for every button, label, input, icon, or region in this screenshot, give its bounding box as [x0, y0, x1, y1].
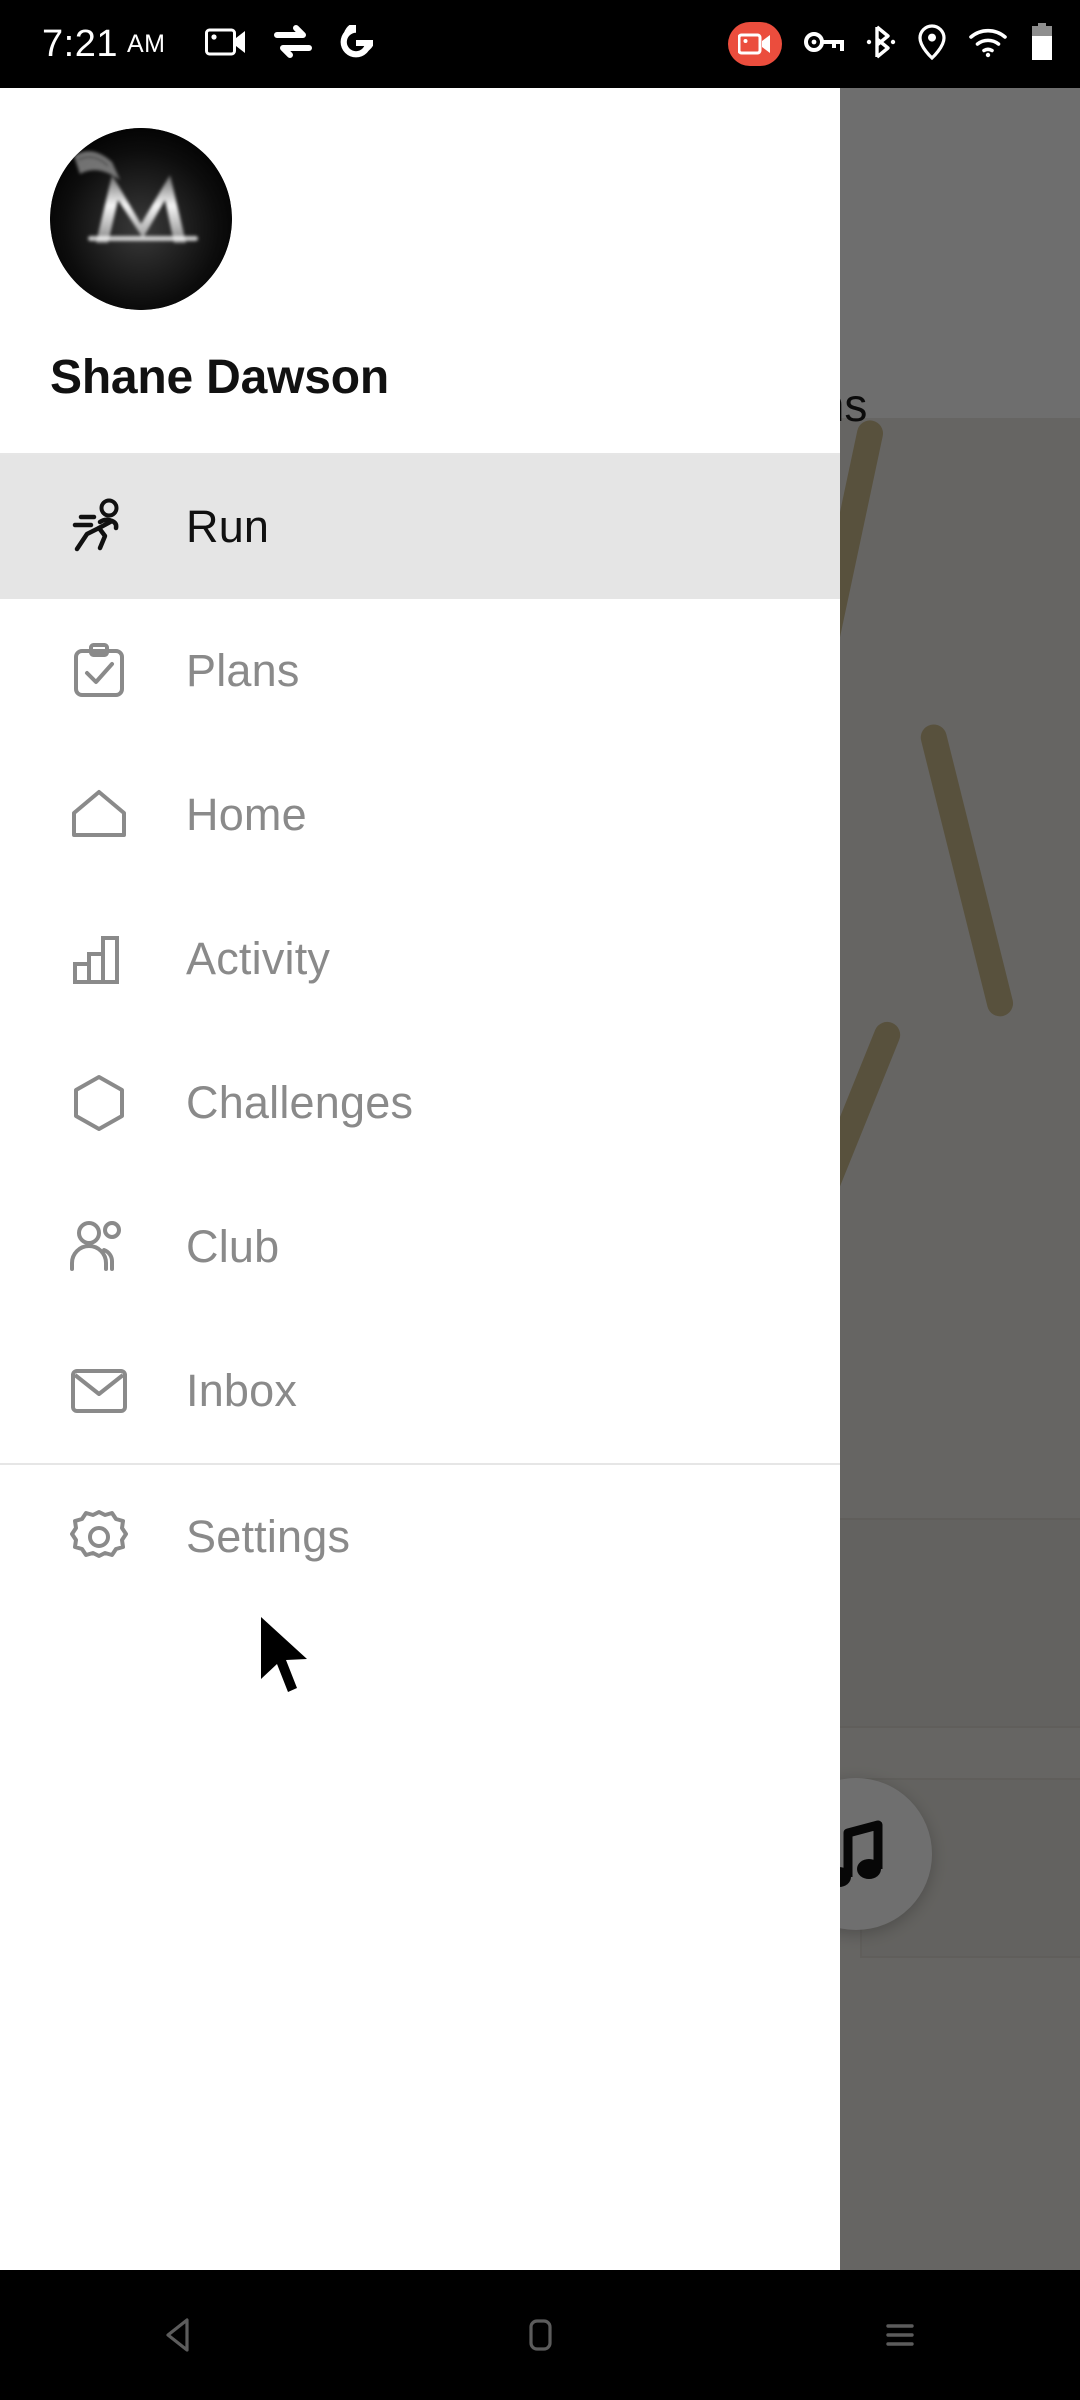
home-square-icon: [529, 2319, 552, 2351]
people-group-icon: [68, 1216, 130, 1278]
sidebar-item-club[interactable]: Club: [0, 1175, 840, 1319]
nav-back-button[interactable]: [90, 2270, 270, 2400]
phone-screen: 7:21 AM Shane Dawson Run Plans Home Acti…: [0, 0, 1080, 2400]
bar-chart-icon: [68, 928, 130, 990]
running-person-icon: [68, 496, 130, 558]
sidebar-item-plans[interactable]: Plans: [0, 599, 840, 743]
drawer-profile-header[interactable]: Shane Dawson: [0, 88, 840, 405]
status-bar-clock: 7:21: [42, 23, 118, 65]
status-bar-ampm: AM: [126, 29, 166, 58]
sidebar-item-challenges[interactable]: Challenges: [0, 1031, 840, 1175]
house-icon: [68, 784, 130, 846]
status-bar-notification-icons: [205, 21, 376, 64]
drawer-nav-list: Run Plans Home Activity Challenges Club …: [0, 455, 840, 1463]
sidebar-item-activity[interactable]: Activity: [0, 887, 840, 1031]
status-bar-system-icons: [728, 22, 1054, 66]
hexagon-icon: [68, 1072, 130, 1134]
sidebar-item-label: Plans: [186, 645, 300, 696]
bluetooth-icon: [866, 24, 896, 65]
sidebar-item-label: Activity: [186, 933, 331, 984]
sidebar-item-settings[interactable]: Settings: [0, 1465, 840, 1609]
sidebar-item-run[interactable]: Run: [0, 455, 840, 599]
sidebar-item-label: Run: [186, 501, 270, 552]
envelope-icon: [68, 1360, 130, 1422]
back-triangle-icon: [166, 2318, 189, 2352]
data-transfer-icon: [273, 24, 313, 64]
clipboard-check-icon: [68, 640, 130, 702]
profile-name: Shane Dawson: [50, 351, 390, 404]
sidebar-item-label: Home: [186, 789, 307, 840]
sidebar-item-label: Club: [186, 1221, 280, 1272]
drawer-settings-group: Settings: [0, 1465, 840, 1609]
nav-home-button[interactable]: [450, 2270, 630, 2400]
sidebar-item-label: Challenges: [186, 1077, 414, 1128]
screen-recording-active-icon: [728, 22, 782, 66]
vpn-key-icon: [804, 29, 844, 60]
wifi-icon: [968, 26, 1008, 63]
sidebar-item-label: Inbox: [186, 1365, 298, 1416]
nav-recents-button[interactable]: [810, 2270, 990, 2400]
navigation-drawer: Shane Dawson Run Plans Home Activity Cha…: [0, 88, 840, 2270]
screen-record-camera-icon: [205, 26, 247, 63]
sidebar-item-inbox[interactable]: Inbox: [0, 1319, 840, 1463]
status-bar-left: 7:21 AM: [42, 21, 728, 65]
monogram-m-avatar-icon: [50, 128, 232, 310]
status-bar: 7:21 AM: [0, 0, 1080, 88]
android-navigation-bar: [0, 2270, 1080, 2400]
avatar[interactable]: [50, 128, 232, 310]
gear-icon: [68, 1506, 130, 1568]
recent-apps-icon: [886, 2324, 914, 2346]
sidebar-item-label: Settings: [186, 1511, 351, 1562]
location-pin-icon: [918, 23, 946, 65]
battery-icon: [1030, 22, 1054, 66]
sidebar-item-home[interactable]: Home: [0, 743, 840, 887]
google-g-icon: [339, 21, 376, 64]
